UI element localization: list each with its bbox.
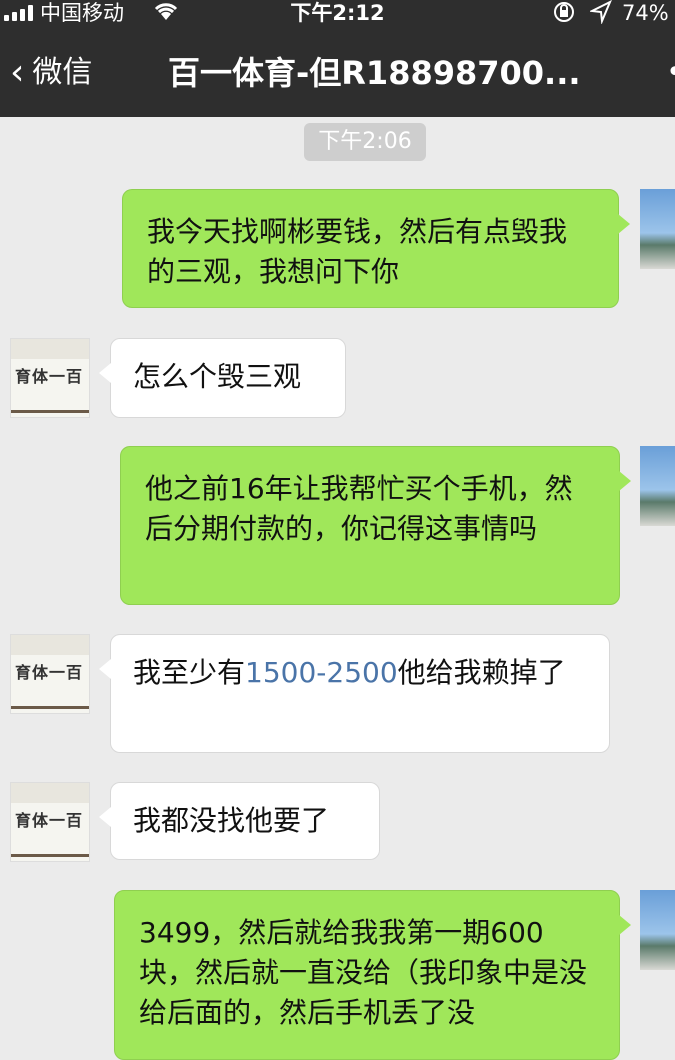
- back-label: 微信: [32, 55, 93, 90]
- back-button[interactable]: ‹ 微信: [10, 50, 92, 96]
- rotation-lock-icon: [552, 0, 576, 30]
- message-bubble-other[interactable]: 我都没找他要了: [99, 782, 380, 860]
- message-text: 他给我赖掉了: [397, 656, 566, 689]
- chat-timestamp: 下午2:06: [304, 123, 426, 161]
- nav-bar: ‹ 微信 百一体育-但R18898700... •: [0, 36, 675, 112]
- avatar-other[interactable]: 育体一百: [10, 634, 90, 714]
- message-text: 我至少有: [133, 656, 246, 689]
- location-arrow-icon: [588, 0, 612, 30]
- message-bubble-self[interactable]: 他之前16年让我帮忙买个手机，然后分期付款的，你记得这事情吗: [120, 446, 631, 605]
- avatar-self[interactable]: [640, 446, 675, 526]
- avatar-sign-text: 育体一百: [15, 811, 84, 830]
- status-bar: 中国移动 下午2:12 74%: [0, 0, 675, 26]
- avatar-sign-text: 育体一百: [15, 367, 84, 386]
- avatar-other[interactable]: 育体一百: [10, 338, 90, 418]
- avatar-self[interactable]: [640, 890, 675, 970]
- avatar-other[interactable]: 育体一百: [10, 782, 90, 862]
- chevron-left-icon: ‹: [10, 52, 25, 93]
- battery-percent: 74%: [622, 1, 669, 25]
- more-button[interactable]: •: [666, 50, 675, 96]
- message-bubble-other[interactable]: 我至少有1500-2500他给我赖掉了: [99, 634, 610, 753]
- top-bar: 中国移动 下午2:12 74% ‹ 微信 百一体育-但R18898700... …: [0, 0, 675, 117]
- message-number-link[interactable]: 1500-2500: [245, 656, 398, 689]
- message-bubble-self[interactable]: 我今天找啊彬要钱，然后有点毁我的三观，我想问下你: [122, 189, 630, 308]
- message-bubble-other[interactable]: 怎么个毁三观: [99, 338, 346, 418]
- avatar-self[interactable]: [640, 189, 675, 269]
- message-bubble-self[interactable]: 3499，然后就给我我第一期600块，然后就一直没给（我印象中是没给后面的，然后…: [114, 890, 631, 1060]
- chat-title: 百一体育-但R18898700...: [168, 54, 581, 92]
- avatar-sign-text: 育体一百: [15, 663, 84, 682]
